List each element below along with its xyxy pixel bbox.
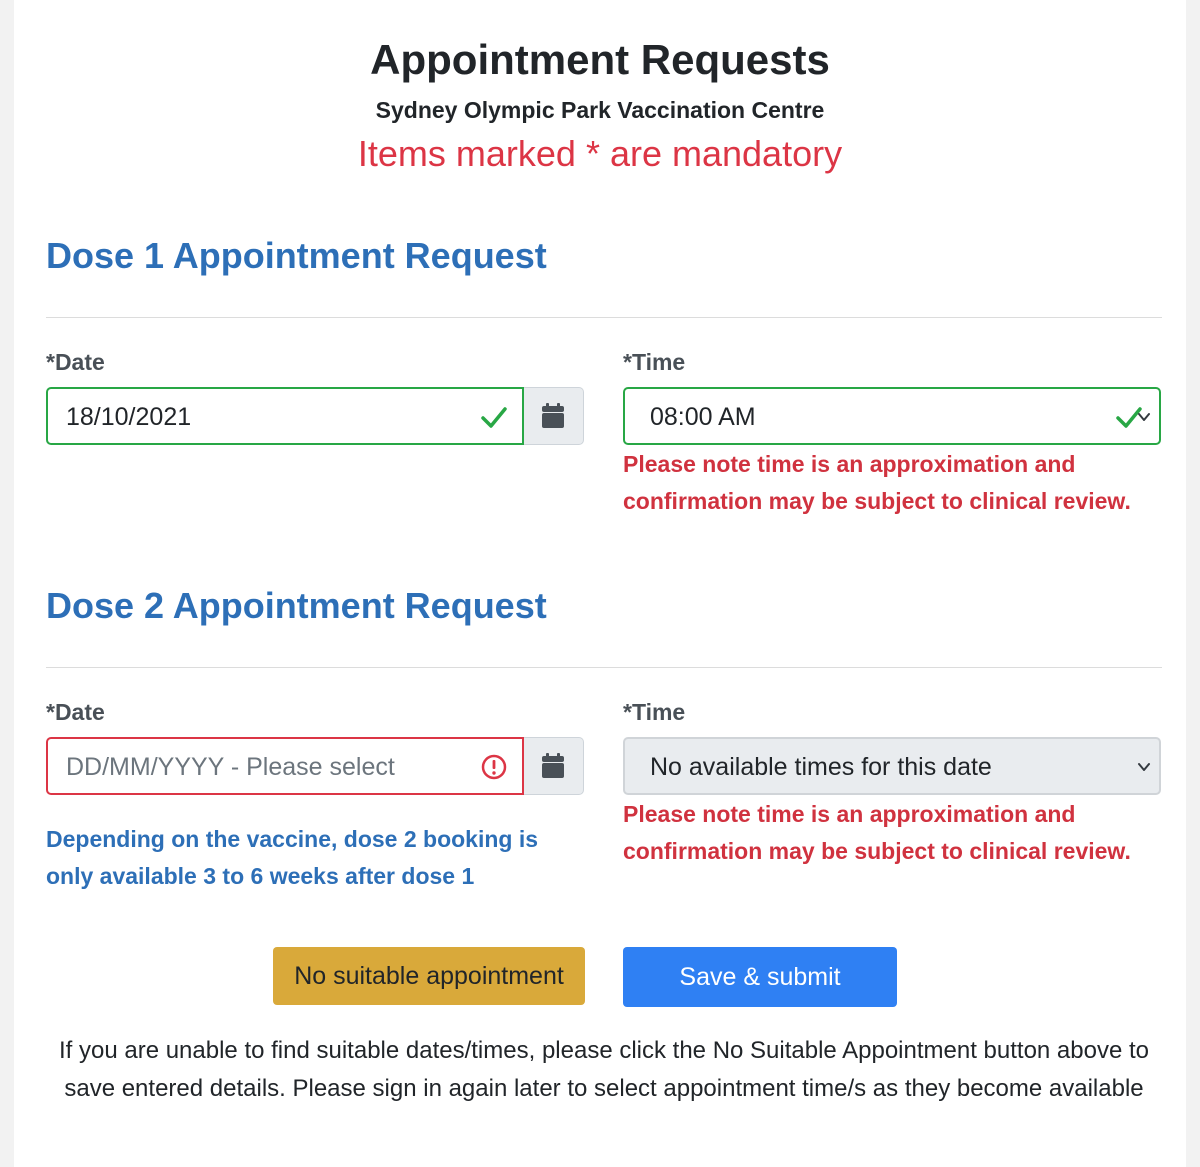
dose2-date-info: Depending on the vaccine, dose 2 booking… (46, 826, 539, 889)
dose1-divider (46, 317, 1162, 318)
dose1-section-title: Dose 1 Appointment Request (46, 235, 547, 276)
check-icon (481, 407, 507, 428)
dose2-time-label: *Time (623, 699, 686, 725)
dose1-time-label: *Time (623, 349, 686, 375)
calendar-icon (542, 753, 564, 778)
no-suitable-appointment-button[interactable]: No suitable appointment (273, 947, 585, 1005)
dose1-date-group: 18/10/2021 (46, 387, 584, 445)
form-header: Appointment Requests Sydney Olympic Park… (14, 34, 1186, 176)
mandatory-note: Items marked * are mandatory (357, 133, 843, 174)
appointment-form-card: Appointment Requests Sydney Olympic Park… (14, 0, 1186, 1167)
dose2-time-value: No available times for this date (650, 753, 992, 781)
dose2-divider (46, 667, 1162, 668)
dose1-time-select[interactable]: 08:00 AM (623, 387, 1161, 445)
chevron-down-icon (1138, 763, 1150, 771)
dose1-calendar-button[interactable] (524, 387, 584, 445)
dose1-time-value: 08:00 AM (650, 403, 756, 431)
chevron-down-icon (1138, 413, 1150, 421)
dose2-time-select[interactable]: No available times for this date (623, 737, 1161, 795)
dose2-date-input[interactable]: DD/MM/YYYY - Please select (46, 737, 524, 795)
dose1-date-label: *Date (46, 349, 105, 375)
dose1-time-note: Please note time is an approximation and… (623, 451, 1131, 514)
dose1-date-value: 18/10/2021 (66, 403, 192, 431)
dose2-date-placeholder: DD/MM/YYYY - Please select (66, 753, 395, 781)
page-subtitle: Sydney Olympic Park Vaccination Centre (375, 97, 825, 123)
dose2-time-note: Please note time is an approximation and… (623, 801, 1131, 864)
dose2-date-group: DD/MM/YYYY - Please select (46, 737, 584, 795)
exclamation-circle-icon (481, 754, 507, 780)
help-text: If you are unable to find suitable dates… (58, 1037, 1150, 1102)
dose2-date-label: *Date (46, 699, 105, 725)
calendar-icon (542, 403, 564, 428)
dose2-calendar-button[interactable] (524, 737, 584, 795)
dose2-section-title: Dose 2 Appointment Request (46, 585, 547, 626)
dose1-date-input[interactable]: 18/10/2021 (46, 387, 524, 445)
page-title: Appointment Requests (370, 36, 830, 83)
save-submit-button[interactable]: Save & submit (623, 947, 897, 1007)
